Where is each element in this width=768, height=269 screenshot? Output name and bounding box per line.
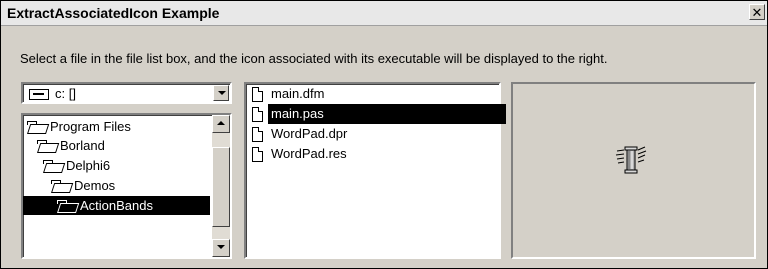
associated-icon-panel (511, 82, 756, 259)
folder-open-icon (43, 160, 63, 173)
close-button[interactable]: ✕ (749, 4, 765, 20)
file-item-label: main.dfm (271, 86, 325, 101)
file-item[interactable]: main.dfm (248, 84, 324, 104)
instruction-label: Select a file in the file list box, and … (20, 51, 608, 66)
directory-item-label: ActionBands (80, 198, 153, 213)
drive-combo-value: c: [] (55, 86, 76, 101)
document-icon (252, 127, 263, 143)
close-icon: ✕ (751, 5, 763, 20)
directory-item[interactable]: Borland (37, 136, 105, 155)
drive-combo-box[interactable]: c: [] (21, 82, 232, 104)
file-item-selected[interactable]: main.pas (248, 104, 506, 124)
scroll-down-button[interactable] (212, 239, 230, 257)
directory-item[interactable]: Program Files (27, 117, 131, 136)
file-item[interactable]: WordPad.dpr (248, 124, 347, 144)
directory-item-selected[interactable]: ActionBands (23, 196, 210, 215)
drive-icon (29, 89, 49, 100)
file-item-label: WordPad.res (271, 146, 347, 161)
directory-list-box[interactable]: Program Files Borland Delphi6 Demos Acti… (21, 113, 232, 259)
directory-scrollbar[interactable] (212, 115, 230, 257)
chevron-down-icon (217, 245, 225, 249)
directory-item-label: Program Files (50, 119, 131, 134)
document-icon (252, 147, 263, 163)
folder-open-icon (27, 121, 47, 134)
directory-item-label: Demos (74, 178, 116, 193)
folder-open-icon (57, 200, 77, 213)
folder-open-icon (51, 180, 71, 193)
directory-item[interactable]: Delphi6 (43, 156, 110, 175)
drive-dropdown-button[interactable] (213, 85, 229, 101)
title-bar[interactable]: ExtractAssociatedIcon Example ✕ (1, 1, 767, 26)
file-list-box[interactable]: main.dfm main.pas WordPad.dpr WordPad.re… (244, 82, 506, 259)
directory-item-label: Borland (60, 138, 105, 153)
document-icon (252, 107, 263, 123)
file-item-label: WordPad.dpr (271, 126, 348, 141)
chevron-down-icon (218, 91, 226, 95)
chevron-up-icon (217, 121, 225, 125)
scrollbar-thumb[interactable] (212, 147, 230, 227)
folder-open-icon (37, 140, 57, 153)
window-title: ExtractAssociatedIcon Example (7, 5, 220, 21)
file-item[interactable]: WordPad.res (248, 144, 347, 164)
document-icon (252, 87, 263, 103)
dialog-window: ExtractAssociatedIcon Example ✕ Select a… (0, 0, 768, 269)
directory-item-label: Delphi6 (66, 158, 111, 173)
directory-item[interactable]: Demos (51, 176, 115, 195)
file-item-label: main.pas (268, 104, 506, 124)
scroll-up-button[interactable] (212, 115, 230, 133)
delphi-column-icon (615, 146, 647, 174)
